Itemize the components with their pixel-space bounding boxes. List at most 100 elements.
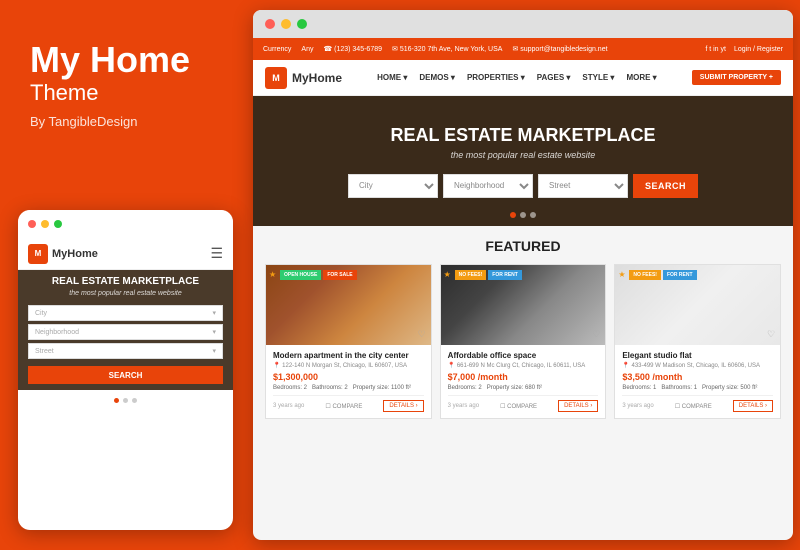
- card-image-2: ★ NO FEES! FOR RENT ♡: [441, 265, 606, 345]
- card-details-3: Bedrooms: 1 Bathrooms: 1 Property size: …: [622, 385, 773, 391]
- badge-for-rent-2: FOR RENT: [488, 270, 522, 280]
- heart-icon-2[interactable]: ♡: [592, 329, 600, 340]
- hero-dot-1[interactable]: [510, 212, 516, 218]
- property-card-3: ★ NO FEES! FOR RENT ♡ Elegant studio fla…: [614, 264, 781, 419]
- nav-home[interactable]: HOME ▾: [377, 73, 407, 82]
- card-details-1: Bedrooms: 2 Bathrooms: 2 Property size: …: [273, 385, 424, 391]
- city-select[interactable]: City: [348, 174, 438, 198]
- info-bar: Currency Any ☎ (123) 345-6789 ✉ 516-320 …: [253, 38, 793, 60]
- card-compare-2[interactable]: ☐ COMPARE: [500, 403, 537, 410]
- hero-dot-3[interactable]: [530, 212, 536, 218]
- badge-no-fees-3: NO FEES!: [629, 270, 661, 280]
- badge-open-house: OPEN HOUSE: [280, 270, 321, 280]
- card-details-2: Bedrooms: 2 Property size: 680 ft²: [448, 385, 599, 391]
- browser-mockup: Currency Any ☎ (123) 345-6789 ✉ 516-320 …: [253, 10, 793, 540]
- mobile-logo-icon: M: [28, 244, 48, 264]
- heart-icon-1[interactable]: ♡: [418, 329, 426, 340]
- card-details-btn-1[interactable]: DETAILS ›: [383, 400, 423, 412]
- phone-number: ☎ (123) 345-6789: [323, 45, 382, 53]
- card-badges-1: OPEN HOUSE FOR SALE: [280, 270, 357, 280]
- star-icon-1: ★: [269, 270, 276, 279]
- card-price-1: $1,300,000: [273, 372, 424, 382]
- hero-section: REAL ESTATE MARKETPLACE the most popular…: [253, 96, 793, 226]
- nav-properties[interactable]: PROPERTIES ▾: [467, 73, 525, 82]
- card-price-2: $7,000 /month: [448, 372, 599, 382]
- mobile-hamburger-icon[interactable]: ☰: [210, 245, 223, 262]
- mobile-dot-red: [28, 220, 36, 228]
- street-select[interactable]: Street: [538, 174, 628, 198]
- mobile-neighborhood-field[interactable]: Neighborhood▾: [28, 324, 223, 340]
- card-badges-2: NO FEES! FOR RENT: [455, 270, 522, 280]
- card-image-1: ★ OPEN HOUSE FOR SALE ♡: [266, 265, 431, 345]
- left-panel: My Home Theme By TangibleDesign M MyHome…: [0, 0, 245, 550]
- theme-subtitle: Theme: [30, 80, 215, 106]
- submit-property-button[interactable]: SUBMIT PROPERTY +: [692, 70, 781, 85]
- login-link[interactable]: Login / Register: [734, 46, 783, 53]
- theme-by: By TangibleDesign: [30, 114, 215, 129]
- hero-search-button[interactable]: SEARCH: [633, 174, 698, 198]
- neighborhood-select[interactable]: Neighborhood: [443, 174, 533, 198]
- browser-dot-green: [297, 19, 307, 29]
- mobile-dot-yellow: [41, 220, 49, 228]
- card-footer-1: 3 years ago ☐ COMPARE DETAILS ›: [273, 395, 424, 412]
- mobile-dot-3[interactable]: [132, 398, 137, 403]
- property-card-2: ★ NO FEES! FOR RENT ♡ Affordable office …: [440, 264, 607, 419]
- nav-more[interactable]: MORE ▾: [626, 73, 656, 82]
- card-body-1: Modern apartment in the city center 📍 12…: [266, 345, 431, 418]
- card-title-2: Affordable office space: [448, 351, 599, 360]
- theme-title: My Home: [30, 40, 215, 80]
- mobile-search-button[interactable]: SEARCH: [28, 366, 223, 384]
- hero-title: REAL ESTATE MARKETPLACE: [390, 125, 655, 146]
- nav-style[interactable]: STYLE ▾: [582, 73, 614, 82]
- mobile-hero-title: REAL ESTATE MARKETPLACE: [52, 276, 199, 287]
- mobile-dot-1[interactable]: [114, 398, 119, 403]
- mobile-dot-green: [54, 220, 62, 228]
- star-icon-3: ★: [618, 270, 625, 279]
- card-footer-3: 3 years ago ☐ COMPARE DETAILS ›: [622, 395, 773, 412]
- browser-dot-red: [265, 19, 275, 29]
- currency-any[interactable]: Any: [301, 46, 313, 53]
- info-bar-right: f t in yt Login / Register: [705, 46, 783, 53]
- nav-logo-area: M MyHome: [265, 67, 342, 89]
- card-time-2: 3 years ago: [448, 403, 479, 409]
- hero-dot-2[interactable]: [520, 212, 526, 218]
- mobile-street-field[interactable]: Street▾: [28, 343, 223, 359]
- nav-links: HOME ▾ DEMOS ▾ PROPERTIES ▾ PAGES ▾ STYL…: [377, 73, 657, 82]
- card-badges-3: NO FEES! FOR RENT: [629, 270, 696, 280]
- card-details-btn-2[interactable]: DETAILS ›: [558, 400, 598, 412]
- featured-section: FEATURED ★ OPEN HOUSE FOR SALE ♡ Modern …: [253, 226, 793, 427]
- property-card-1: ★ OPEN HOUSE FOR SALE ♡ Modern apartment…: [265, 264, 432, 419]
- social-icons: f t in yt: [705, 46, 726, 53]
- mobile-topbar: [18, 210, 233, 238]
- mobile-logo-text: MyHome: [52, 248, 98, 260]
- mobile-hero: REAL ESTATE MARKETPLACE the most popular…: [18, 270, 233, 390]
- browser-topbar: [253, 10, 793, 38]
- nav-pages[interactable]: PAGES ▾: [537, 73, 571, 82]
- badge-for-rent-3: FOR RENT: [663, 270, 697, 280]
- main-nav: M MyHome HOME ▾ DEMOS ▾ PROPERTIES ▾ PAG…: [253, 60, 793, 96]
- star-icon-2: ★: [444, 270, 451, 279]
- card-footer-2: 3 years ago ☐ COMPARE DETAILS ›: [448, 395, 599, 412]
- card-body-3: Elegant studio flat 📍 433-499 W Madison …: [615, 345, 780, 418]
- card-compare-3[interactable]: ☐ COMPARE: [675, 403, 712, 410]
- card-body-2: Affordable office space 📍 661-699 N Mc C…: [441, 345, 606, 418]
- mobile-hero-sub: the most popular real estate website: [69, 290, 181, 297]
- card-details-btn-3[interactable]: DETAILS ›: [733, 400, 773, 412]
- info-bar-left: Currency Any ☎ (123) 345-6789 ✉ 516-320 …: [263, 45, 608, 53]
- heart-icon-3[interactable]: ♡: [767, 329, 775, 340]
- mobile-city-field[interactable]: City▾: [28, 305, 223, 321]
- hero-subtitle: the most popular real estate website: [451, 150, 596, 160]
- mobile-dot-2[interactable]: [123, 398, 128, 403]
- featured-title: FEATURED: [265, 238, 781, 254]
- card-title-1: Modern apartment in the city center: [273, 351, 424, 360]
- card-compare-1[interactable]: ☐ COMPARE: [325, 403, 362, 410]
- card-address-2: 📍 661-699 N Mc Clurg Ct, Chicago, IL 606…: [448, 362, 599, 369]
- nav-demos[interactable]: DEMOS ▾: [419, 73, 455, 82]
- property-cards: ★ OPEN HOUSE FOR SALE ♡ Modern apartment…: [265, 264, 781, 419]
- nav-logo-text: MyHome: [292, 71, 342, 85]
- card-time-3: 3 years ago: [622, 403, 653, 409]
- mobile-pagination-dots: [18, 390, 233, 410]
- card-price-3: $3,500 /month: [622, 372, 773, 382]
- card-time-1: 3 years ago: [273, 403, 304, 409]
- mobile-logo-area: M MyHome: [28, 244, 98, 264]
